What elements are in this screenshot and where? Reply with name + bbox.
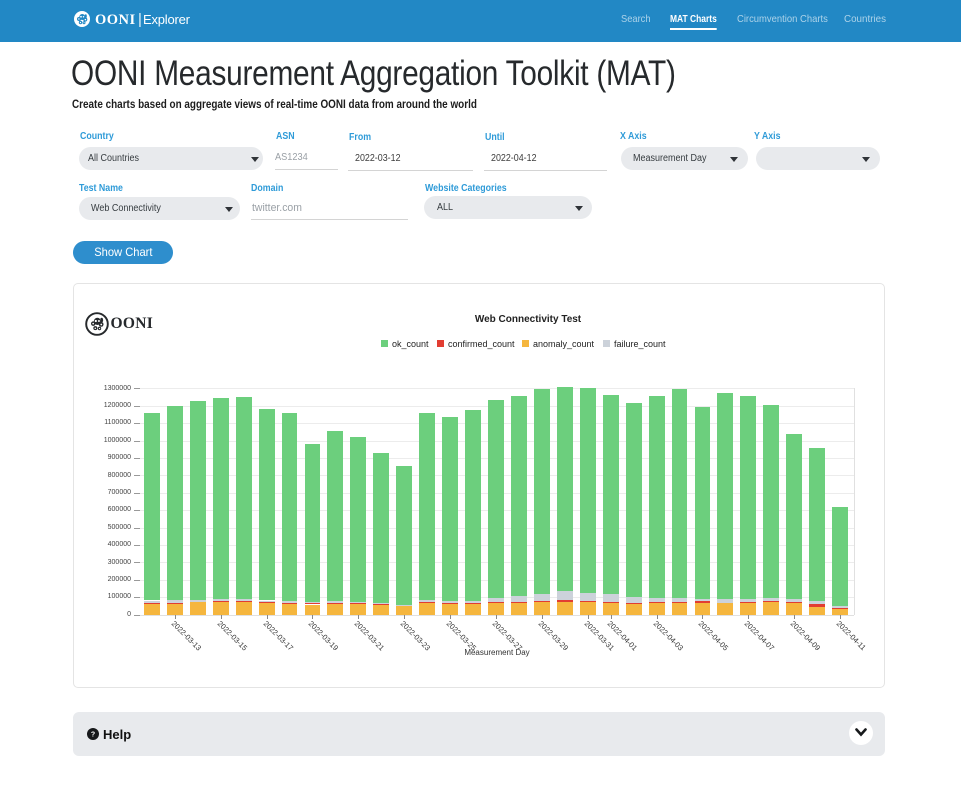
svg-text:?: ? [91, 732, 95, 739]
